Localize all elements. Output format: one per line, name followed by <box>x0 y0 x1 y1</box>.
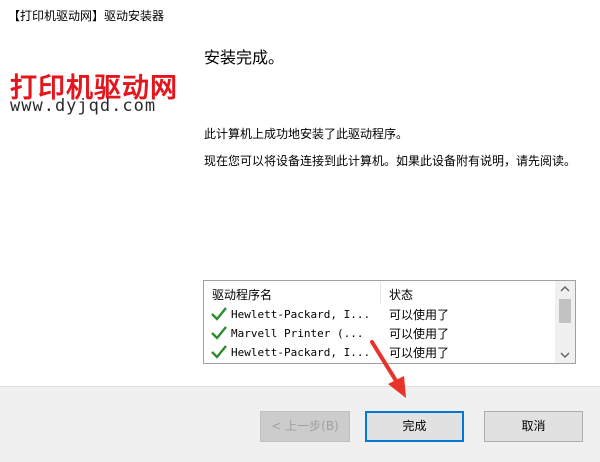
column-divider[interactable] <box>380 282 381 304</box>
vertical-scrollbar[interactable] <box>555 281 575 363</box>
window-title: 【打印机驱动网】驱动安装器 <box>8 9 165 23</box>
column-header-driver-name[interactable]: 驱动程序名 <box>212 286 272 303</box>
list-header: 驱动程序名 状态 <box>204 281 556 305</box>
button-bar: < 上一步(B) 完成 取消 <box>0 386 600 462</box>
page-title: 安装完成。 <box>204 48 285 67</box>
cancel-button[interactable]: 取消 <box>484 411 583 442</box>
checkmark-icon <box>211 345 227 359</box>
driver-name: Hewlett-Packard, I... <box>231 346 371 359</box>
driver-name: Hewlett-Packard, I... <box>231 308 371 321</box>
checkmark-icon <box>211 307 227 321</box>
finish-button[interactable]: 完成 <box>365 411 464 442</box>
scroll-down-icon[interactable] <box>555 347 575 363</box>
title-bar[interactable]: 【打印机驱动网】驱动安装器 <box>0 0 600 30</box>
driver-name: Marvell Printer (... <box>231 327 364 340</box>
column-header-status[interactable]: 状态 <box>389 286 413 303</box>
logo-url: www.dyjqd.com <box>10 96 157 116</box>
back-button[interactable]: < 上一步(B) <box>260 411 350 442</box>
scrollbar-thumb[interactable] <box>559 299 571 323</box>
instruction-message: 现在您可以将设备连接到此计算机。如果此设备附有说明，请先阅读。 <box>204 154 577 168</box>
annotation-arrow-icon <box>370 340 406 398</box>
success-message: 此计算机上成功地安装了此驱动程序。 <box>204 127 409 141</box>
brand-logo: 打印机驱动网 www.dyjqd.com <box>8 66 190 120</box>
driver-status: 可以使用了 <box>389 308 450 322</box>
checkmark-icon <box>211 326 227 340</box>
scroll-up-icon[interactable] <box>555 281 575 297</box>
list-item[interactable]: Hewlett-Packard, I... 可以使用了 <box>204 305 556 324</box>
